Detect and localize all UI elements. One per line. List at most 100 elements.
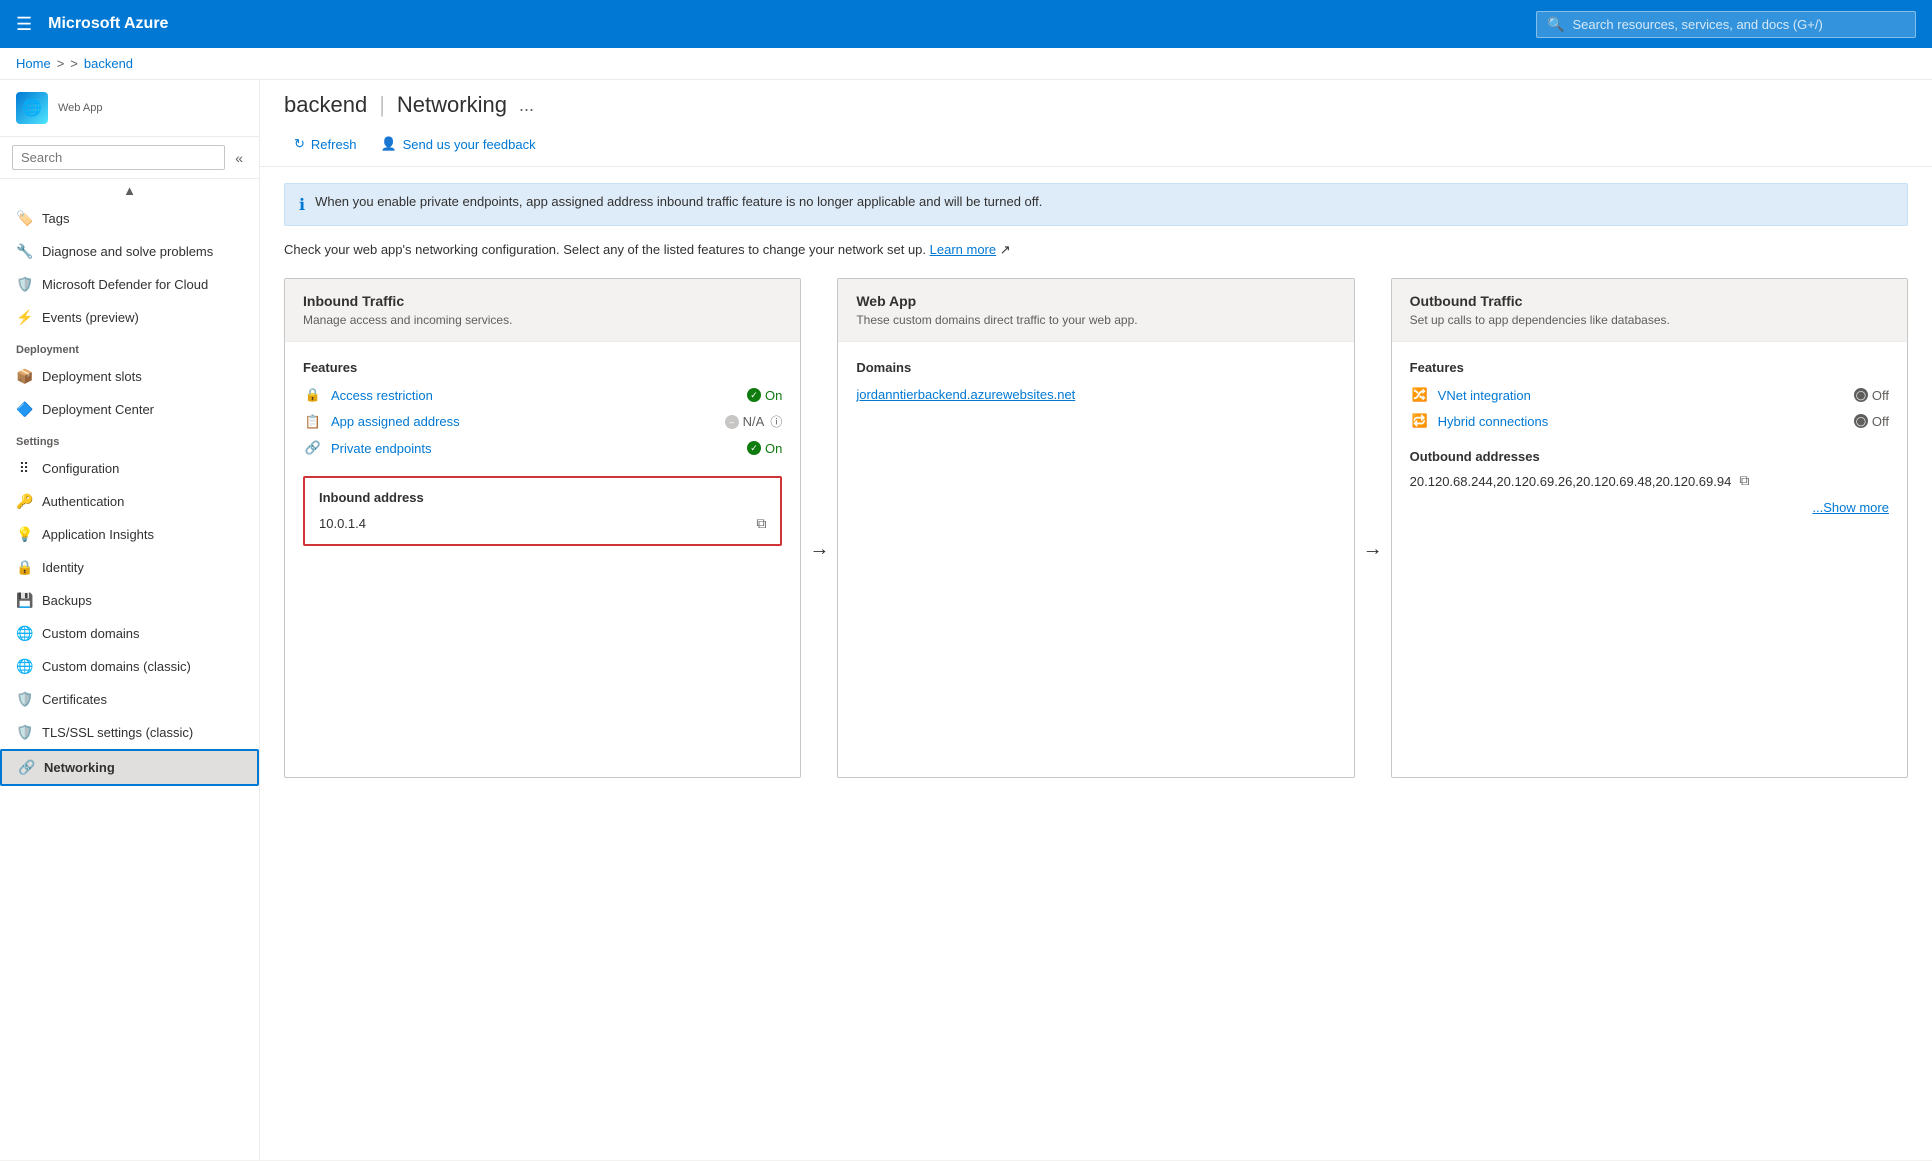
learn-more-link[interactable]: Learn more [930,242,996,257]
web-app-body: Domains jordanntierbackend.azurewebsites… [838,342,1353,420]
access-restriction-icon: 🔒 [303,387,323,403]
access-restriction-link[interactable]: Access restriction [331,388,739,403]
app-insights-icon: 💡 [16,526,32,543]
outbound-traffic-card: Outbound Traffic Set up calls to app dep… [1391,278,1908,778]
hybrid-link[interactable]: Hybrid connections [1438,414,1846,429]
inbound-traffic-title: Inbound Traffic [303,293,782,309]
outbound-traffic-body: Features 🔀 VNet integration ◯ Off [1392,342,1907,533]
search-icon: 🔍 [1547,16,1564,33]
page-ellipsis[interactable]: ... [519,95,534,116]
tls-icon: 🛡️ [16,724,32,741]
sidebar-search-area: « [0,137,259,179]
breadcrumb-current[interactable]: backend [84,56,133,71]
access-restriction-status-circle: ✓ [747,388,761,402]
sidebar-search-input[interactable] [12,145,225,170]
outbound-traffic-header: Outbound Traffic Set up calls to app dep… [1392,279,1907,342]
global-search-box[interactable]: 🔍 [1536,11,1916,38]
inbound-address-copy-button[interactable]: ⧉ [756,515,766,532]
feedback-button[interactable]: 👤 Send us your feedback [370,130,545,158]
sidebar-item-deployment-slots[interactable]: 📦 Deployment slots [0,360,259,393]
refresh-icon: ↻ [294,136,305,152]
private-endpoints-link[interactable]: Private endpoints [331,441,739,456]
sidebar-item-deployment-center[interactable]: 🔷 Deployment Center [0,393,259,426]
sidebar-scroll-up[interactable]: ▲ [0,179,259,202]
events-icon: ⚡ [16,309,32,326]
outbound-addresses-copy-button[interactable]: ⧉ [1739,472,1749,489]
feedback-label: Send us your feedback [403,137,536,152]
sidebar-item-identity[interactable]: 🔒 Identity [0,551,259,584]
inbound-address-value: 10.0.1.4 [319,516,366,531]
inbound-address-label: Inbound address [319,490,766,505]
domain-link[interactable]: jordanntierbackend.azurewebsites.net [856,387,1075,402]
domains-label: Domains [856,360,1335,375]
breadcrumb-home[interactable]: Home [16,56,51,71]
sidebar-collapse-button[interactable]: « [231,146,247,170]
feature-row-hybrid: 🔁 Hybrid connections ◯ Off [1410,413,1889,429]
info-banner: ℹ When you enable private endpoints, app… [284,183,1908,226]
resource-name: backend [284,92,367,118]
title-separator: | [379,92,385,118]
private-endpoints-icon: 🔗 [303,440,323,456]
backups-icon: 💾 [16,592,32,609]
sidebar-item-authentication[interactable]: 🔑 Authentication [0,485,259,518]
app-assigned-link[interactable]: App assigned address [331,414,717,429]
vnet-icon: 🔀 [1410,387,1430,403]
private-endpoints-status: ✓ On [747,441,782,456]
hybrid-status: ◯ Off [1854,414,1889,429]
breadcrumb-sep2: > [70,56,78,71]
configuration-icon: ⠿ [16,460,32,477]
page-header: backend | Networking ... ↻ Refresh 👤 Sen… [260,80,1932,167]
arrow-inbound-to-webapp: → [801,538,837,561]
sidebar-item-networking[interactable]: 🔗 Networking [0,749,259,786]
web-app-title: Web App [856,293,1335,309]
sidebar-item-defender[interactable]: 🛡️ Microsoft Defender for Cloud [0,268,259,301]
vnet-status-text: Off [1872,388,1889,403]
sidebar-item-events[interactable]: ⚡ Events (preview) [0,301,259,334]
sidebar-item-tags[interactable]: 🏷️ Tags [0,202,259,235]
sidebar-item-backups[interactable]: 💾 Backups [0,584,259,617]
outbound-traffic-title: Outbound Traffic [1410,293,1889,309]
outbound-addresses-text: 20.120.68.244,20.120.69.26,20.120.69.48,… [1410,472,1732,492]
refresh-button[interactable]: ↻ Refresh [284,130,366,158]
sidebar-item-application-insights[interactable]: 💡 Application Insights [0,518,259,551]
feature-row-app-assigned: 📋 App assigned address – N/A ⓘ [303,413,782,430]
show-more-link[interactable]: ...Show more [1410,500,1889,515]
global-search-input[interactable] [1572,17,1905,32]
deployment-slots-icon: 📦 [16,368,32,385]
page-title-row: backend | Networking ... [284,92,1908,118]
breadcrumb-sep1: > [57,56,65,71]
feature-row-vnet: 🔀 VNet integration ◯ Off [1410,387,1889,403]
certificates-icon: 🛡️ [16,691,32,708]
inbound-address-box: Inbound address 10.0.1.4 ⧉ [303,476,782,546]
section-deployment: Deployment [0,334,259,360]
access-restriction-status-text: On [765,388,782,403]
web-app-icon: 🌐 [22,98,42,118]
inbound-traffic-card: Inbound Traffic Manage access and incomi… [284,278,801,778]
description: Check your web app's networking configur… [284,242,1908,258]
hybrid-status-text: Off [1872,414,1889,429]
outbound-traffic-desc: Set up calls to app dependencies like da… [1410,313,1889,327]
toolbar: ↻ Refresh 👤 Send us your feedback [284,130,1908,166]
sidebar-item-custom-domains[interactable]: 🌐 Custom domains [0,617,259,650]
section-settings: Settings [0,426,259,452]
sidebar-item-custom-domains-classic[interactable]: 🌐 Custom domains (classic) [0,650,259,683]
breadcrumb: Home > > backend [0,48,1932,80]
hamburger-menu[interactable]: ☰ [16,14,32,35]
outbound-addresses-label: Outbound addresses [1410,449,1889,464]
vnet-link[interactable]: VNet integration [1438,388,1846,403]
inbound-address-value-row: 10.0.1.4 ⧉ [319,515,766,532]
networking-icon: 🔗 [18,759,34,776]
sidebar: 🌐 Web App « ▲ 🏷️ Tags 🔧 Diagnose and sol… [0,80,260,1160]
sidebar-item-diagnose[interactable]: 🔧 Diagnose and solve problems [0,235,259,268]
sidebar-item-certificates[interactable]: 🛡️ Certificates [0,683,259,716]
identity-icon: 🔒 [16,559,32,576]
sidebar-item-configuration[interactable]: ⠿ Configuration [0,452,259,485]
feature-row-access-restriction: 🔒 Access restriction ✓ On [303,387,782,403]
access-restriction-status: ✓ On [747,388,782,403]
sidebar-item-tls-ssl[interactable]: 🛡️ TLS/SSL settings (classic) [0,716,259,749]
web-app-desc: These custom domains direct traffic to y… [856,313,1335,327]
app-assigned-status: – N/A ⓘ [725,413,783,430]
info-banner-text: When you enable private endpoints, app a… [315,194,1042,209]
sidebar-app-icon: 🌐 [16,92,48,124]
outbound-features-label: Features [1410,360,1889,375]
